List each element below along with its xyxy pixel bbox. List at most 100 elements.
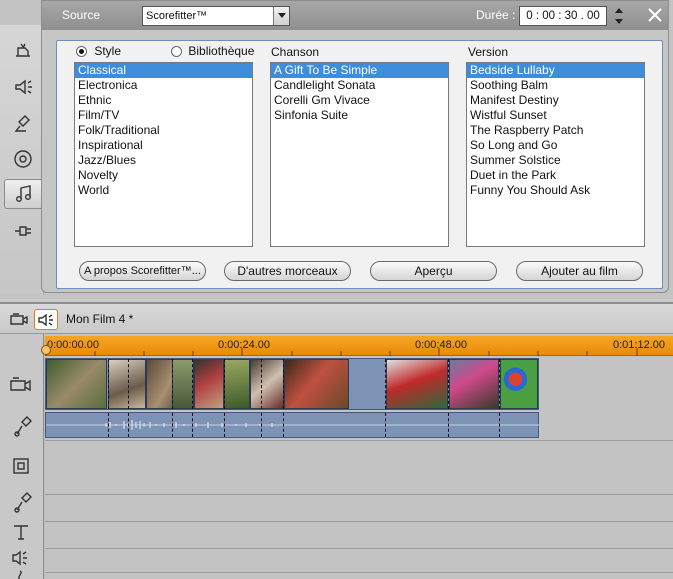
timeline-view-button[interactable] <box>8 310 30 331</box>
sound-effects-track-header[interactable] <box>11 548 31 571</box>
version-listbox[interactable]: Bedside Lullaby Soothing Balm Manifest Des… <box>466 62 645 247</box>
track-separator <box>45 572 673 573</box>
song-list-item[interactable]: Corelli Gm Vivace <box>271 93 448 108</box>
track-separator <box>45 548 673 549</box>
transition-marker <box>261 413 262 437</box>
style-list-item[interactable]: Ethnic <box>75 93 252 108</box>
album-tool-button[interactable] <box>6 35 40 65</box>
microphone-icon <box>14 115 30 132</box>
version-list-item[interactable]: Bedside Lullaby <box>467 63 644 78</box>
overlay-audio-track-header[interactable] <box>12 490 34 517</box>
timeline-tracks[interactable]: 0:00:00.00 0:00:24.00 0:00:48.00 0:01:12… <box>41 334 673 579</box>
audio-view-button[interactable] <box>34 309 58 330</box>
track-header-strip <box>0 334 44 579</box>
style-radio[interactable]: Style <box>76 44 121 58</box>
style-listbox[interactable]: Classical Electronica Ethnic Film/TV Folk/Tr… <box>74 62 253 247</box>
duration-input[interactable]: 0 : 00 : 30 . 00 <box>519 6 607 26</box>
style-list-item[interactable]: Jazz/Blues <box>75 153 252 168</box>
track-separator <box>45 494 673 495</box>
transition-marker[interactable] <box>448 359 449 409</box>
more-songs-button[interactable]: D'autres morceaux <box>224 261 351 281</box>
video-clip[interactable] <box>194 359 224 409</box>
version-list-item[interactable]: Funny You Should Ask <box>467 183 644 198</box>
transition-marker <box>385 413 386 437</box>
version-list-item[interactable]: Soothing Balm <box>467 78 644 93</box>
transition-marker <box>448 413 449 437</box>
title-track-header[interactable] <box>11 522 31 545</box>
close-icon <box>648 8 662 22</box>
transition-marker[interactable] <box>172 359 173 409</box>
sound-effects-tool-button[interactable] <box>6 216 40 246</box>
preview-button[interactable]: Aperçu <box>370 261 497 281</box>
close-button[interactable] <box>645 5 665 25</box>
video-clip[interactable] <box>500 359 538 409</box>
video-clip[interactable] <box>284 359 349 409</box>
video-clip[interactable] <box>46 359 107 409</box>
song-list-item[interactable]: A Gift To Be Simple <box>271 63 448 78</box>
app-window: Source Scorefitter™ Durée : 0 : 00 : 30 … <box>0 0 673 579</box>
style-list-item[interactable]: Electronica <box>75 78 252 93</box>
music-note-icon <box>16 185 31 202</box>
disc-icon <box>14 150 32 168</box>
video-clip[interactable] <box>250 359 284 409</box>
editor-tool-strip <box>0 25 44 295</box>
video-clip[interactable] <box>449 359 499 409</box>
cd-audio-tool-button[interactable] <box>6 144 40 174</box>
version-list-item[interactable]: Wistful Sunset <box>467 108 644 123</box>
version-list-item[interactable]: The Raspberry Patch <box>467 123 644 138</box>
transition-marker[interactable] <box>499 359 500 409</box>
about-scorefitter-button[interactable]: A propos Scorefitter™... <box>79 261 206 281</box>
treble-clef-icon <box>18 570 22 579</box>
time-ruler[interactable]: 0:00:00.00 0:00:24.00 0:00:48.00 0:01:12… <box>41 336 673 356</box>
version-list-item[interactable]: So Long and Go <box>467 138 644 153</box>
transition-marker <box>108 413 109 437</box>
transition-marker[interactable] <box>224 359 225 409</box>
voiceover-tool-button[interactable] <box>6 108 40 138</box>
library-radio[interactable]: Bibliothèque <box>171 44 254 58</box>
video-camera-icon <box>10 377 31 392</box>
transition-marker <box>128 413 129 437</box>
style-list-item[interactable]: Film/TV <box>75 108 252 123</box>
song-listbox[interactable]: A Gift To Be Simple Candlelight Sonata Cor… <box>270 62 449 247</box>
duration-spinner[interactable] <box>612 5 626 27</box>
original-audio-track[interactable] <box>45 412 540 438</box>
music-track-header[interactable] <box>11 570 31 579</box>
camera-track-icon <box>10 313 28 325</box>
transition-marker <box>172 413 173 437</box>
transition-marker[interactable] <box>261 359 262 409</box>
dropdown-arrow-icon[interactable] <box>273 7 289 25</box>
transition-marker[interactable] <box>108 359 109 409</box>
microphone-icon <box>14 416 32 437</box>
video-clip[interactable] <box>386 359 448 409</box>
title-overlay-track-header[interactable] <box>11 456 31 479</box>
song-list-item[interactable]: Sinfonia Suite <box>271 108 448 123</box>
version-list-item[interactable]: Duet in the Park <box>467 168 644 183</box>
radio-unselected-icon[interactable] <box>171 46 182 58</box>
style-list-item[interactable]: World <box>75 183 252 198</box>
style-list-item[interactable]: Inspirational <box>75 138 252 153</box>
radio-selected-icon[interactable] <box>76 46 87 58</box>
background-music-tool-button[interactable] <box>4 179 44 209</box>
transition-marker[interactable] <box>128 359 129 409</box>
version-list-item[interactable]: Manifest Destiny <box>467 93 644 108</box>
spinner-arrows-icon[interactable] <box>612 5 626 27</box>
music-selection-area: Style Bibliothèque Chanson Version Class… <box>56 40 663 289</box>
original-audio-track-header[interactable] <box>12 414 34 441</box>
video-clip[interactable] <box>224 359 250 409</box>
style-list-item[interactable]: Classical <box>75 63 252 78</box>
add-to-movie-button[interactable]: Ajouter au film <box>516 261 643 281</box>
style-list-item[interactable]: Novelty <box>75 168 252 183</box>
video-clip[interactable] <box>172 359 194 409</box>
transition-marker[interactable] <box>192 359 193 409</box>
transition-marker[interactable] <box>385 359 386 409</box>
source-dropdown[interactable]: Scorefitter™ <box>142 6 290 26</box>
song-list-item[interactable]: Candlelight Sonata <box>271 78 448 93</box>
video-track-header[interactable] <box>8 374 34 397</box>
transition-marker[interactable] <box>283 359 284 409</box>
text-t-icon <box>14 525 28 540</box>
style-list-item[interactable]: Folk/Traditional <box>75 123 252 138</box>
video-clip[interactable] <box>108 359 146 409</box>
playhead-scrubber[interactable] <box>41 345 51 355</box>
audio-tool-button[interactable] <box>6 72 40 102</box>
version-list-item[interactable]: Summer Solstice <box>467 153 644 168</box>
